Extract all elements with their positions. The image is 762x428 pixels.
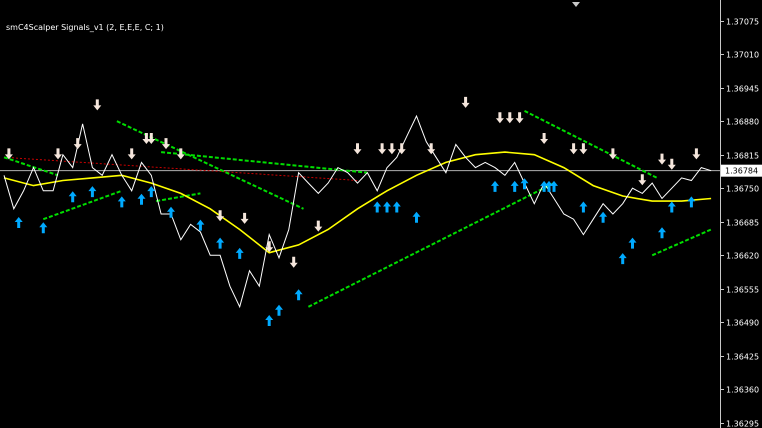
y-tick-label: 1.37075 xyxy=(726,18,759,27)
y-tick-label: 1.36490 xyxy=(726,319,759,328)
indicator-title: smC4Scalper Signals_v1 (2, E,E,E, C; 1) xyxy=(6,23,164,32)
y-tick-label: 1.36880 xyxy=(726,118,759,127)
current-price-label: 1.36784 xyxy=(725,167,758,176)
y-tick-label: 1.36815 xyxy=(726,152,759,161)
chart-background xyxy=(0,0,762,428)
y-tick-label: 1.36360 xyxy=(726,386,759,395)
y-tick-label: 1.36425 xyxy=(726,353,759,362)
y-tick-label: 1.36750 xyxy=(726,185,759,194)
chart-canvas: smC4Scalper Signals_v1 (2, E,E,E, C; 1) … xyxy=(0,0,762,428)
y-tick-label: 1.36295 xyxy=(726,420,759,428)
y-tick-label: 1.36555 xyxy=(726,286,759,295)
y-tick-label: 1.36945 xyxy=(726,85,759,94)
y-tick-label: 1.36620 xyxy=(726,252,759,261)
y-tick-label: 1.37010 xyxy=(726,51,759,60)
y-tick-label: 1.36685 xyxy=(726,219,759,228)
